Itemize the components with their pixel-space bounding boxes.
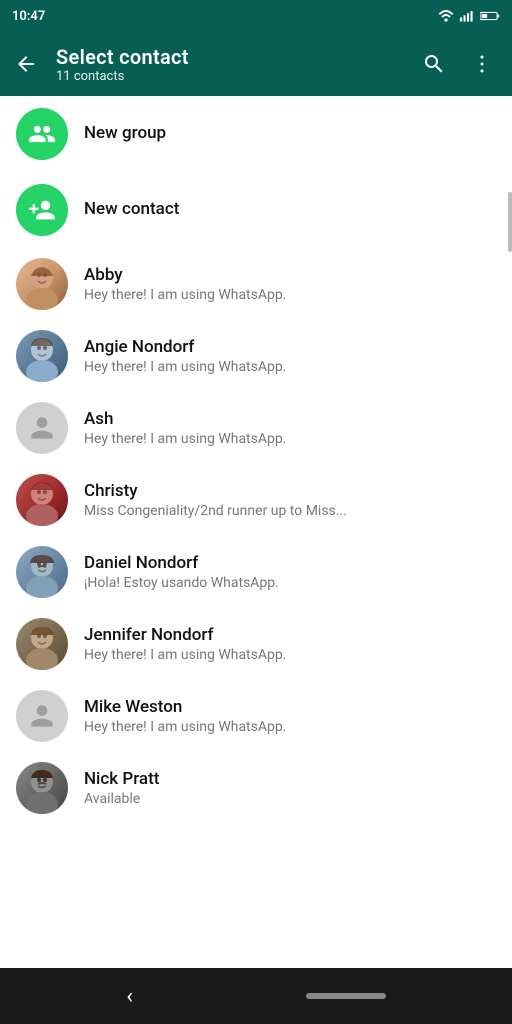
avatar [16,330,68,382]
contact-name: Daniel Nondorf [84,553,496,573]
avatar [16,258,68,310]
contact-details: Jennifer Nondorf Hey there! I am using W… [84,625,496,663]
contact-name: Nick Pratt [84,769,496,789]
status-icons [438,10,500,22]
list-item[interactable]: Ash Hey there! I am using WhatsApp. [0,392,512,464]
more-options-button[interactable] [460,42,504,86]
new-group-label: New group [84,123,166,143]
contact-details: Mike Weston Hey there! I am using WhatsA… [84,697,496,735]
new-contact-avatar [16,184,68,236]
angie-avatar-img [16,330,68,382]
list-item[interactable]: Daniel Nondorf ¡Hola! Estoy usando Whats… [0,536,512,608]
nick-avatar-img [16,762,68,814]
signal-icon [460,10,474,22]
contact-details: Nick Pratt Available [84,769,496,807]
contact-status: ¡Hola! Estoy usando WhatsApp. [84,575,496,591]
avatar [16,762,68,814]
contact-status: Hey there! I am using WhatsApp. [84,647,496,663]
time-display: 10:47 [12,9,45,24]
new-group-avatar [16,108,68,160]
daniel-avatar-img [16,546,68,598]
contact-name: Abby [84,265,496,285]
list-item[interactable]: Nick Pratt Available [0,752,512,824]
list-item[interactable]: Christy Miss Congeniality/2nd runner up … [0,464,512,536]
contact-list: New group New contact Abby Hey there! I … [0,96,512,968]
search-button[interactable] [412,42,456,86]
person-silhouette-icon [26,412,58,444]
christy-avatar-img [16,474,68,526]
battery-icon [480,10,500,22]
new-contact-item[interactable]: New contact [0,172,512,248]
contact-name: Christy [84,481,496,501]
list-item[interactable]: Abby Hey there! I am using WhatsApp. [0,248,512,320]
contact-name: Jennifer Nondorf [84,625,496,645]
contact-name: Angie Nondorf [84,337,496,357]
contact-details: Christy Miss Congeniality/2nd runner up … [84,481,496,519]
person-silhouette-icon [26,700,58,732]
list-item[interactable]: Jennifer Nondorf Hey there! I am using W… [0,608,512,680]
new-contact-label: New contact [84,199,179,219]
avatar [16,618,68,670]
new-group-item[interactable]: New group [0,96,512,172]
contact-status: Hey there! I am using WhatsApp. [84,359,496,375]
avatar [16,474,68,526]
contact-details: Daniel Nondorf ¡Hola! Estoy usando Whats… [84,553,496,591]
avatar [16,402,68,454]
toolbar-title-block: Select contact 11 contacts [56,45,404,84]
nav-home-indicator[interactable] [306,993,386,999]
avatar [16,690,68,742]
add-person-icon [28,196,56,224]
list-item[interactable]: Angie Nondorf Hey there! I am using What… [0,320,512,392]
contact-status: Miss Congeniality/2nd runner up to Miss.… [84,503,496,519]
list-item[interactable]: Mike Weston Hey there! I am using WhatsA… [0,680,512,752]
contact-name: Ash [84,409,496,429]
toolbar-actions [412,42,504,86]
contact-status: Available [84,791,496,807]
contact-status: Hey there! I am using WhatsApp. [84,287,496,303]
jennifer-avatar-img [16,618,68,670]
contact-name: Mike Weston [84,697,496,717]
page-title: Select contact [56,45,404,69]
contact-status: Hey there! I am using WhatsApp. [84,719,496,735]
status-bar: 10:47 [0,0,512,32]
toolbar: Select contact 11 contacts [0,32,512,96]
contact-details: Ash Hey there! I am using WhatsApp. [84,409,496,447]
contact-status: Hey there! I am using WhatsApp. [84,431,496,447]
abby-avatar-img [16,258,68,310]
avatar [16,546,68,598]
group-icon [28,120,56,148]
wifi-icon [438,10,454,22]
back-button[interactable] [4,42,48,86]
navigation-bar: ‹ [0,968,512,1024]
contact-details: Angie Nondorf Hey there! I am using What… [84,337,496,375]
contact-count: 11 contacts [56,69,404,84]
nav-back-button[interactable]: ‹ [126,984,133,1009]
contact-details: Abby Hey there! I am using WhatsApp. [84,265,496,303]
